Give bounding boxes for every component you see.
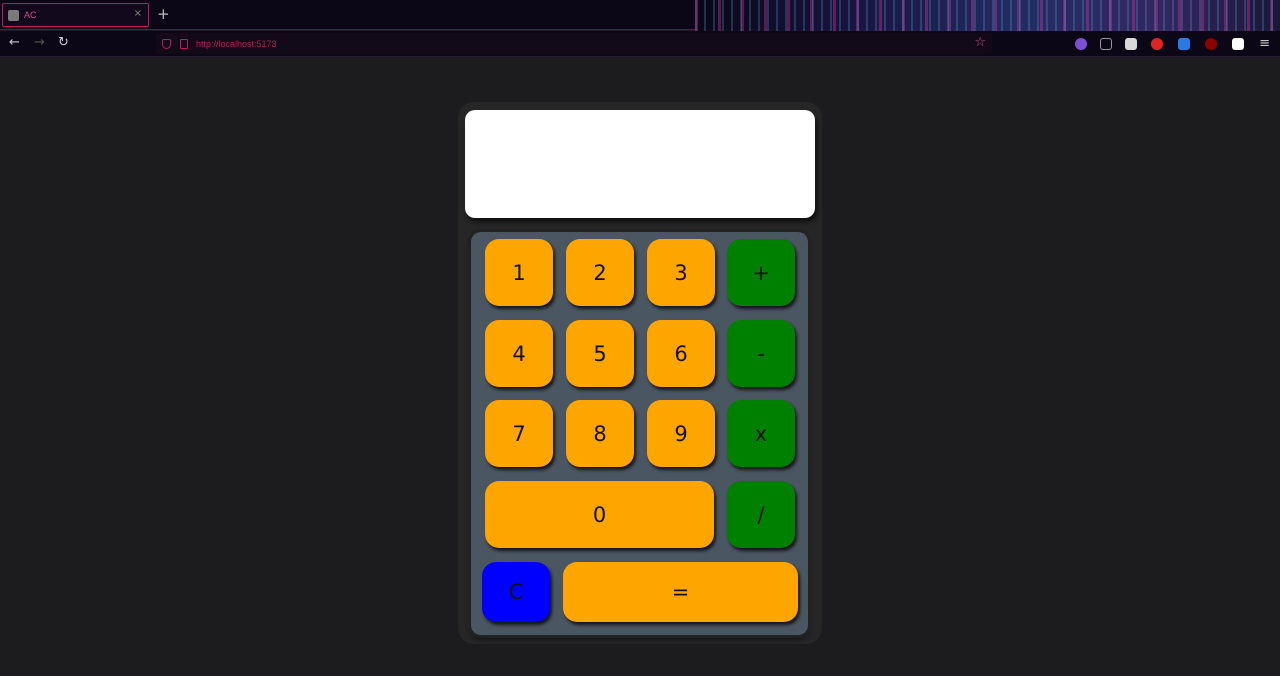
key-1[interactable]: 1: [485, 239, 553, 306]
key-0[interactable]: 0: [485, 481, 714, 548]
calculator: 1 2 3 + 4 5 6 - 7 8 9 x 0 / C =: [458, 102, 822, 644]
subtract-button[interactable]: -: [727, 320, 795, 387]
key-5[interactable]: 5: [566, 320, 634, 387]
key-2[interactable]: 2: [566, 239, 634, 306]
key-8[interactable]: 8: [566, 400, 634, 467]
browser-tab-bar: AC × +: [0, 0, 1280, 57]
reload-icon[interactable]: ↻: [58, 35, 69, 50]
extension-mustache-icon[interactable]: [1125, 38, 1137, 50]
close-tab-icon[interactable]: ×: [134, 8, 142, 19]
back-icon[interactable]: ←: [9, 35, 20, 50]
page-info-icon[interactable]: [180, 38, 188, 49]
extension-search-icon[interactable]: [1232, 38, 1244, 50]
new-tab-button[interactable]: +: [157, 5, 170, 23]
key-3[interactable]: 3: [647, 239, 715, 306]
tab-title: AC: [24, 10, 37, 20]
address-bar[interactable]: http://localhost:5173 ☆: [156, 33, 992, 54]
key-4[interactable]: 4: [485, 320, 553, 387]
keypad: 1 2 3 + 4 5 6 - 7 8 9 x 0 / C =: [471, 232, 808, 635]
calculator-display: [465, 110, 815, 218]
favicon-icon: [8, 9, 19, 21]
extension-play-icon[interactable]: [1151, 38, 1163, 50]
account-icon[interactable]: [1075, 38, 1087, 50]
key-9[interactable]: 9: [647, 400, 715, 467]
key-7[interactable]: 7: [485, 400, 553, 467]
shield-icon[interactable]: [162, 38, 171, 49]
clear-button[interactable]: C: [482, 562, 550, 622]
multiply-button[interactable]: x: [727, 400, 795, 467]
browser-tab[interactable]: AC ×: [2, 3, 149, 27]
divide-button[interactable]: /: [727, 481, 795, 548]
ublock-icon[interactable]: [1205, 38, 1217, 50]
browser-nav-bar: ← → ↻ http://localhost:5173 ☆ ≡: [0, 31, 1280, 57]
extension-check-icon[interactable]: [1178, 38, 1190, 50]
key-6[interactable]: 6: [647, 320, 715, 387]
url-text[interactable]: http://localhost:5173: [196, 39, 277, 49]
equals-button[interactable]: =: [563, 562, 798, 622]
extensions-icon[interactable]: [1100, 38, 1112, 50]
menu-icon[interactable]: ≡: [1259, 36, 1270, 51]
add-button[interactable]: +: [727, 239, 795, 306]
forward-icon[interactable]: →: [34, 35, 45, 50]
bookmark-star-icon[interactable]: ☆: [974, 35, 986, 50]
